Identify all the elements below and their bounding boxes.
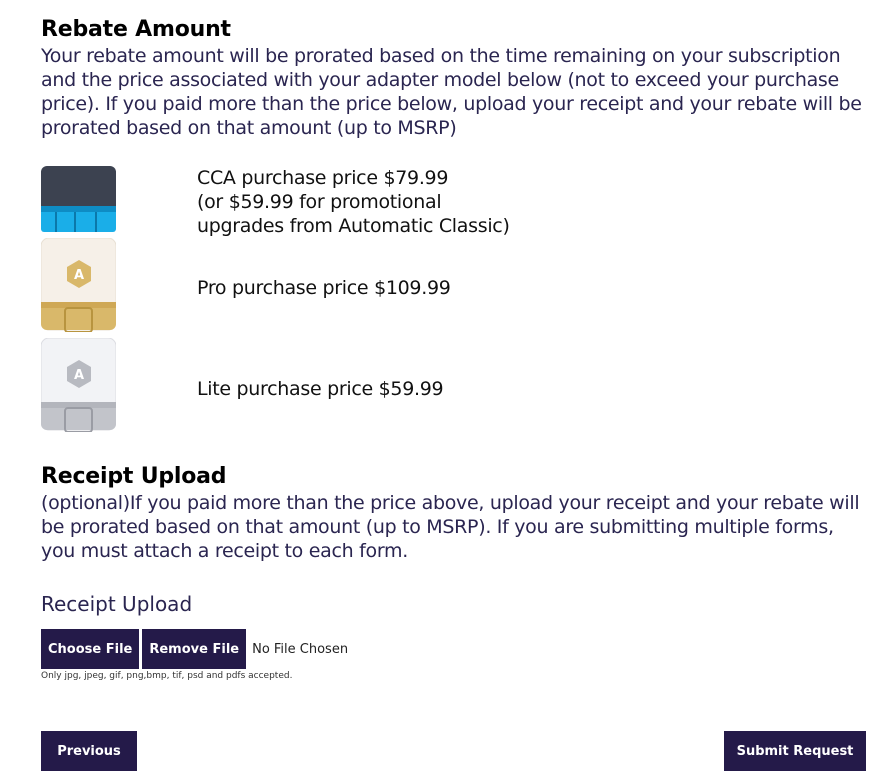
submit-request-button-label: Submit Request (736, 744, 854, 759)
cca-upgrade-line: upgrades from Automatic Classic) (197, 215, 510, 237)
rebate-amount-description: Your rebate amount will be prorated base… (41, 45, 862, 139)
cca-promo-line: (or $59.99 for promotional (197, 191, 442, 213)
receipt-upload-title: Receipt Upload (41, 464, 227, 489)
svg-text:A: A (74, 268, 84, 283)
cca-adapter-icon (41, 166, 116, 232)
receipt-upload-field-label: Receipt Upload (41, 592, 193, 616)
previous-button-label: Previous (57, 744, 121, 759)
rebate-form: Rebate Amount Your rebate amount will be… (41, 16, 866, 681)
rebate-amount-title: Rebate Amount (41, 17, 231, 42)
adapter-price-list: CCA purchase price $79.99 (or $59.99 for… (41, 166, 866, 436)
accepted-file-types-hint: Only jpg, jpeg, gif, png,bmp, tif, psd a… (41, 671, 293, 681)
choose-file-button[interactable]: Choose File (41, 629, 140, 669)
lite-price-text: Lite purchase price $59.99 (197, 378, 444, 400)
receipt-upload-description: (optional)If you paid more than the pric… (41, 492, 860, 562)
file-status-text: No File Chosen (252, 641, 349, 657)
cca-price-line: CCA purchase price $79.99 (197, 167, 449, 189)
submit-request-button[interactable]: Submit Request (724, 731, 866, 771)
remove-file-button[interactable]: Remove File (142, 629, 247, 669)
lite-adapter-icon: A (41, 338, 116, 432)
previous-button[interactable]: Previous (41, 731, 137, 771)
pro-price-text: Pro purchase price $109.99 (197, 277, 451, 299)
svg-text:A: A (74, 368, 84, 383)
file-upload-control: Choose File Remove File No File Chosen (41, 629, 866, 669)
pro-adapter-icon: A (41, 238, 116, 332)
cca-price-text: CCA purchase price $79.99 (or $59.99 for… (197, 166, 510, 238)
